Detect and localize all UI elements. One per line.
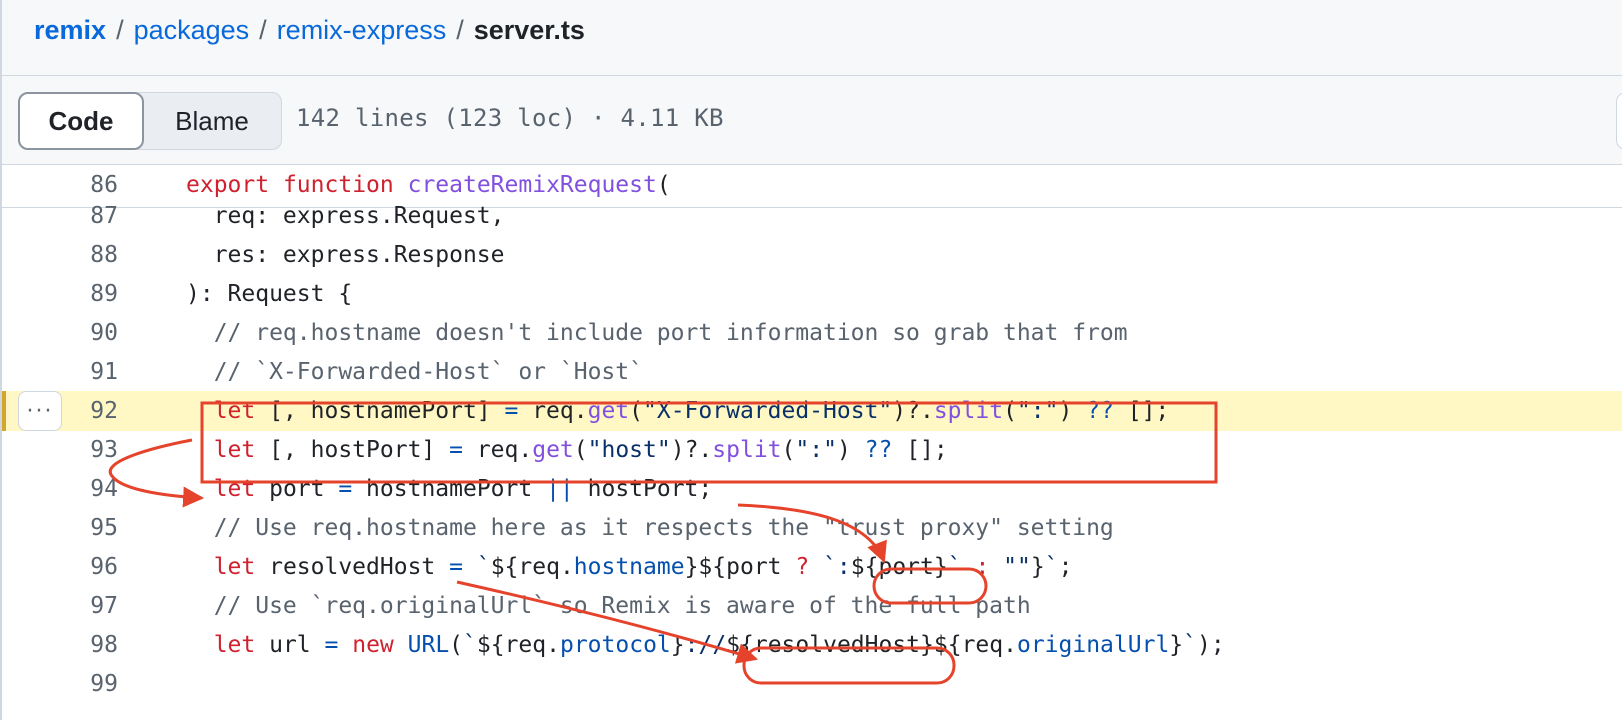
code-line: 91 // `X-Forwarded-Host` or `Host` — [2, 352, 1622, 392]
code-line: 94 let port = hostnamePort || hostPort; — [2, 469, 1622, 509]
highlight-marker — [2, 391, 6, 431]
toolbar-right-button-edge[interactable] — [1616, 92, 1622, 150]
code-line: 90 // req.hostname doesn't include port … — [2, 313, 1622, 353]
line-number: 95 — [90, 515, 118, 541]
code-comment: // Use `req.originalUrl` so Remix is awa… — [186, 593, 1031, 619]
breadcrumb-link-remix[interactable]: remix — [34, 15, 106, 46]
line-number: 91 — [90, 359, 118, 385]
code-text: let port = hostnamePort || hostPort; — [213, 476, 713, 502]
code-text: req: express.Request, — [186, 203, 505, 229]
line-number: 90 — [90, 320, 118, 346]
line-number: 99 — [90, 671, 118, 697]
code-line: 98 let url = new URL(`${req.protocol}://… — [2, 625, 1622, 665]
line-number: 93 — [90, 437, 118, 463]
line-number: 88 — [90, 242, 118, 268]
file-header: remix / packages / remix-express / serve… — [2, 0, 1622, 76]
code-line: 99 — [2, 664, 1622, 704]
code-text: let [, hostnamePort] = req.get("X-Forwar… — [213, 398, 1170, 424]
code-view: 86 export function createRemixRequest( 8… — [2, 165, 1622, 725]
code-line: 89 ): Request { — [2, 274, 1622, 314]
breadcrumb-link-packages[interactable]: packages — [134, 15, 250, 46]
breadcrumb: remix / packages / remix-express / serve… — [34, 10, 585, 50]
code-comment: // `X-Forwarded-Host` or `Host` — [186, 359, 643, 385]
breadcrumb-link-remix-express[interactable]: remix-express — [277, 15, 447, 46]
code-text: ): Request { — [186, 281, 353, 307]
file-stats: 142 lines (123 loc) · 4.11 KB — [296, 104, 724, 132]
view-mode-segmented-control: Code Blame — [18, 92, 282, 150]
breadcrumb-separator: / — [259, 14, 267, 45]
code-text: let [, hostPort] = req.get("host")?.spli… — [213, 437, 948, 463]
breadcrumb-separator: / — [116, 14, 124, 45]
code-comment: // Use req.hostname here as it respects … — [186, 515, 1114, 541]
tab-code[interactable]: Code — [18, 92, 144, 150]
line-number: 89 — [90, 281, 118, 307]
breadcrumb-current-file: server.ts — [473, 14, 585, 45]
line-number: 97 — [90, 593, 118, 619]
code-text: let resolvedHost = `${req.hostname}${por… — [213, 554, 1073, 580]
code-line: 93 let [, hostPort] = req.get("host")?.s… — [2, 430, 1622, 470]
breadcrumb-separator: / — [456, 14, 464, 45]
line-number: 96 — [90, 554, 118, 580]
code-line: 95 // Use req.hostname here as it respec… — [2, 508, 1622, 548]
code-line: 88 res: express.Response — [2, 235, 1622, 275]
code-text: let url = new URL(`${req.protocol}://${r… — [213, 632, 1225, 658]
line-number: 92 — [90, 398, 118, 424]
line-number: 98 — [90, 632, 118, 658]
file-toolbar: Code Blame 142 lines (123 loc) · 4.11 KB — [2, 76, 1622, 165]
line-number: 87 — [90, 203, 118, 229]
code-text: res: express.Response — [186, 242, 505, 268]
tab-blame[interactable]: Blame — [143, 93, 281, 149]
line-number: 94 — [90, 476, 118, 502]
code-comment: // req.hostname doesn't include port inf… — [186, 320, 1128, 346]
code-line: 96 let resolvedHost = `${req.hostname}${… — [2, 547, 1622, 587]
code-line-highlighted: ··· 92 let [, hostnamePort] = req.get("X… — [2, 391, 1622, 431]
code-line: 97 // Use `req.originalUrl` so Remix is … — [2, 586, 1622, 626]
code-line: 87 req: express.Request, — [2, 196, 1622, 236]
